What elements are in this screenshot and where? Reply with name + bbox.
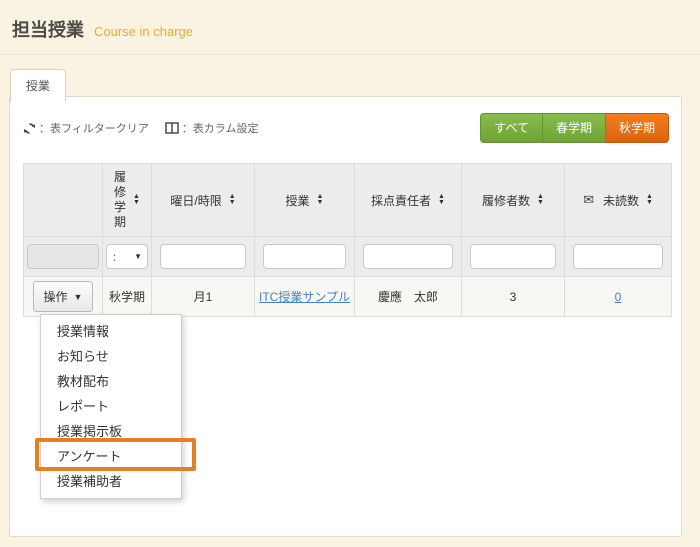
- header-unread-label: 未読数: [603, 192, 639, 209]
- filter-enrolled-input[interactable]: [470, 244, 556, 269]
- header-day-period[interactable]: 曜日/時限 ▲▼: [152, 164, 255, 237]
- semester-filter-group: すべて 春学期 秋学期: [480, 113, 669, 143]
- chevron-down-icon: ▼: [134, 252, 142, 261]
- cell-day-period: 月1: [152, 277, 255, 317]
- cell-semester: 秋学期: [103, 277, 152, 317]
- menu-item-course-info[interactable]: 授業情報: [41, 319, 181, 344]
- page-title: 担当授業: [12, 16, 84, 42]
- filter-clear-label: ：表フィルタークリア: [39, 120, 149, 136]
- sort-icon: ▲▼: [317, 194, 324, 206]
- cell-grader: 慶應 太郎: [355, 277, 462, 317]
- actions-dropdown-button[interactable]: 操作 ▼: [33, 281, 94, 312]
- filter-course-input[interactable]: [263, 244, 347, 269]
- menu-item-board[interactable]: 授業掲示板: [41, 419, 181, 444]
- table-row: 操作 ▼ 秋学期 月1 ITC授業サンプル 慶應 太郎 3 0: [24, 277, 672, 317]
- header-grader[interactable]: 採点責任者 ▲▼: [355, 164, 462, 237]
- cell-enrolled: 3: [462, 277, 565, 317]
- filter-day-period-input[interactable]: [160, 244, 246, 269]
- sort-icon: ▲▼: [229, 194, 236, 206]
- menu-item-announcements[interactable]: お知らせ: [41, 344, 181, 369]
- header-semester[interactable]: 履修学期 ▲▼: [103, 164, 152, 237]
- menu-item-assistants[interactable]: 授業補助者: [41, 469, 181, 494]
- refresh-icon[interactable]: [23, 122, 36, 135]
- menu-item-materials[interactable]: 教材配布: [41, 369, 181, 394]
- toolbar: ：表フィルタークリア ：表カラム設定 すべて 春学期 秋学期: [23, 113, 669, 143]
- sort-icon: ▲▼: [438, 194, 445, 206]
- filter-semester-select[interactable]: ： ▼: [106, 244, 148, 269]
- sort-icon: ▲▼: [133, 194, 140, 206]
- sort-icon: ▲▼: [537, 194, 544, 206]
- tab-courses-label: 授業: [26, 79, 50, 93]
- filter-clear-legend: ：表フィルタークリア: [23, 120, 149, 136]
- tab-courses[interactable]: 授業: [10, 69, 66, 102]
- semester-all-button[interactable]: すべて: [480, 113, 543, 143]
- header-course-label: 授業: [286, 192, 310, 209]
- caret-down-icon: ▼: [74, 292, 83, 302]
- page-header: 担当授業 Course in charge: [12, 16, 193, 42]
- menu-item-survey[interactable]: アンケート: [41, 444, 181, 469]
- filter-grader-input[interactable]: [363, 244, 453, 269]
- actions-dropdown-menu: 授業情報 お知らせ 教材配布 レポート 授業掲示板 アンケート 授業補助者: [40, 314, 182, 499]
- header-divider: [0, 54, 700, 55]
- menu-item-reports[interactable]: レポート: [41, 394, 181, 419]
- table-columns-icon[interactable]: [165, 122, 179, 134]
- course-link[interactable]: ITC授業サンプル: [259, 290, 350, 304]
- actions-dropdown-label: 操作: [44, 288, 68, 305]
- filter-semester-select-value: ：: [112, 249, 122, 264]
- envelope-icon: ✉: [583, 192, 594, 208]
- filter-row: ： ▼: [24, 237, 672, 277]
- header-enrolled[interactable]: 履修者数 ▲▼: [462, 164, 565, 237]
- unread-count-link[interactable]: 0: [615, 290, 622, 304]
- filter-unread-input[interactable]: [573, 244, 663, 269]
- header-grader-label: 採点責任者: [371, 192, 431, 209]
- header-day-period-label: 曜日/時限: [170, 192, 221, 209]
- courses-table: 履修学期 ▲▼ 曜日/時限 ▲▼ 授業 ▲▼: [23, 163, 672, 317]
- semester-spring-button[interactable]: 春学期: [543, 113, 606, 143]
- header-row: 履修学期 ▲▼ 曜日/時限 ▲▼ 授業 ▲▼: [24, 164, 672, 237]
- header-unread[interactable]: ✉ 未読数 ▲▼: [565, 164, 672, 237]
- filter-actions-input[interactable]: [27, 244, 99, 269]
- header-course[interactable]: 授業 ▲▼: [255, 164, 355, 237]
- header-enrolled-label: 履修者数: [482, 192, 530, 209]
- header-actions: [24, 164, 103, 237]
- column-settings-legend: ：表カラム設定: [165, 120, 259, 136]
- column-settings-label: ：表カラム設定: [182, 120, 259, 136]
- sort-icon: ▲▼: [646, 194, 653, 206]
- semester-fall-button[interactable]: 秋学期: [606, 113, 669, 143]
- page-subtitle: Course in charge: [94, 24, 193, 39]
- header-semester-label: 履修学期: [114, 170, 126, 230]
